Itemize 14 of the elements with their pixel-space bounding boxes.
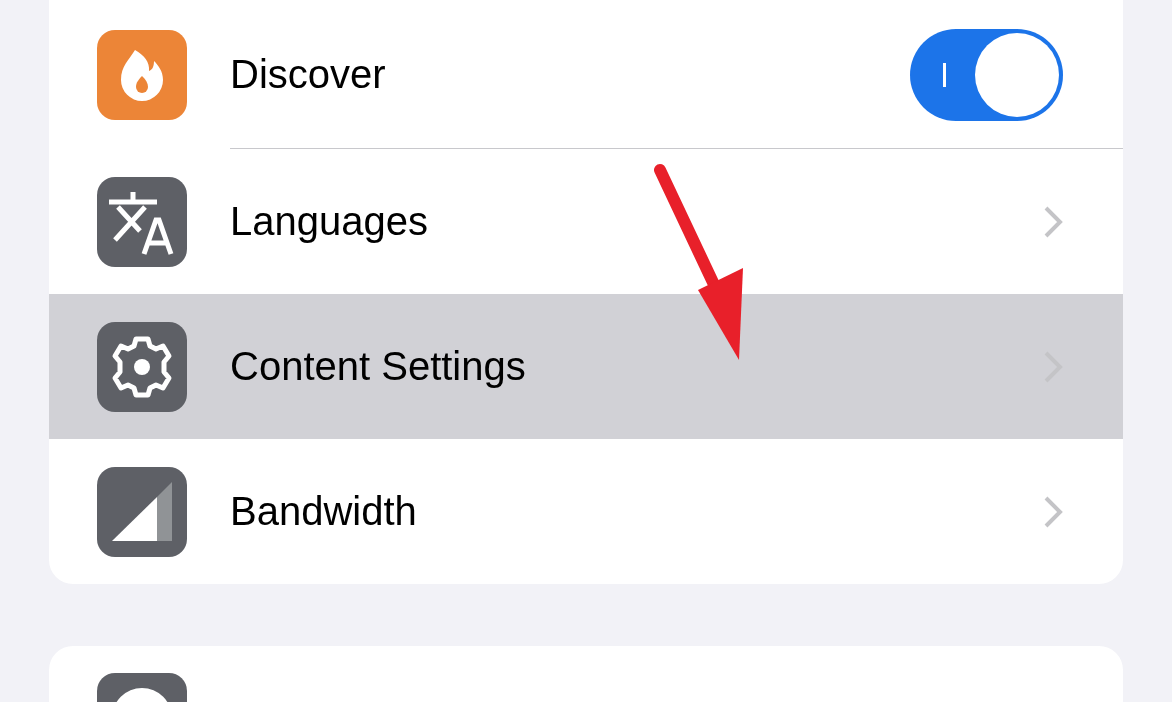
flame-icon: [97, 29, 187, 120]
row-label: Bandwidth: [230, 489, 418, 534]
row-label: Discover: [230, 52, 387, 97]
settings-row[interactable]: Languages: [49, 149, 1123, 294]
translate-icon: [97, 176, 187, 267]
chevron-icon: [1043, 204, 1063, 239]
settings-row[interactable]: Bandwidth: [49, 439, 1123, 584]
chevron-icon: [1043, 494, 1063, 529]
settings-icon: [97, 321, 187, 412]
row-label: Content Settings: [230, 344, 527, 389]
signal-icon: [97, 466, 187, 557]
settings-row[interactable]: Discover: [49, 0, 1123, 149]
settings-row[interactable]: Content Settings: [49, 294, 1123, 439]
row-label: Languages: [230, 199, 429, 244]
